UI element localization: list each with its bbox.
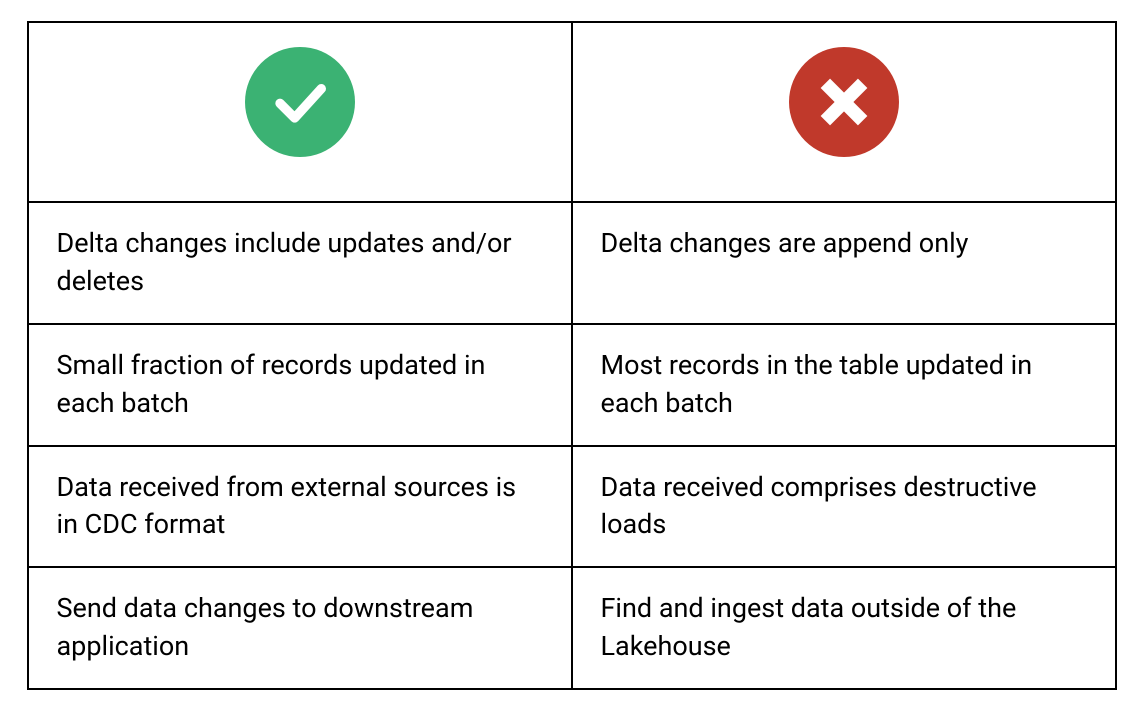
bad-cell: Find and ingest data outside of the Lake… [572,567,1116,689]
good-cell: Data received from external sources is i… [28,446,572,568]
bad-cell: Delta changes are append only [572,202,1116,324]
table-row: Delta changes include updates and/or del… [28,202,1116,324]
good-cell: Small fraction of records updated in eac… [28,324,572,446]
x-icon [789,47,899,157]
column-header-good [28,22,572,202]
comparison-table: Delta changes include updates and/or del… [27,21,1117,689]
column-header-bad [572,22,1116,202]
checkmark-icon [245,47,355,157]
table-row: Data received from external sources is i… [28,446,1116,568]
good-cell: Send data changes to downstream applicat… [28,567,572,689]
table-row: Small fraction of records updated in eac… [28,324,1116,446]
bad-cell: Data received comprises destructive load… [572,446,1116,568]
table-row: Send data changes to downstream applicat… [28,567,1116,689]
bad-cell: Most records in the table updated in eac… [572,324,1116,446]
table-header-row [28,22,1116,202]
good-cell: Delta changes include updates and/or del… [28,202,572,324]
